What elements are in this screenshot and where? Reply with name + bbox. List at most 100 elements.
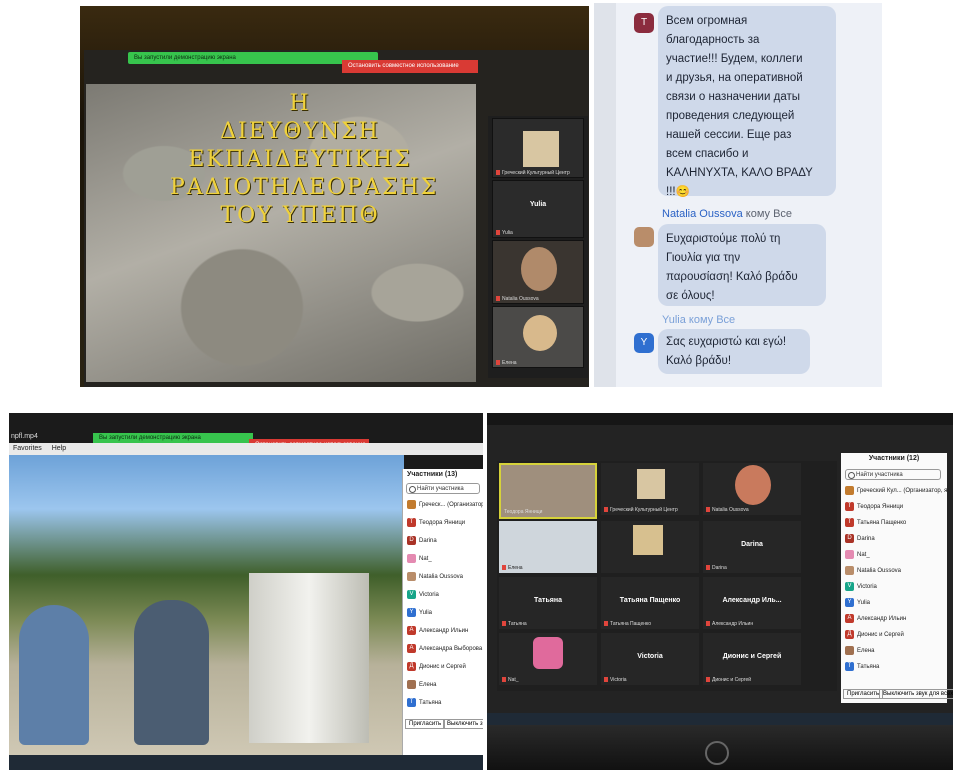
- participant-row[interactable]: Y Yulia: [407, 607, 432, 620]
- video-tile[interactable]: Греческий Культурный Центр: [492, 118, 584, 178]
- video-tile[interactable]: Victoria Victoria: [601, 633, 699, 685]
- participant-name: Nat_: [857, 552, 870, 558]
- chat-message-text: Всем огромная благодарность за участие!!…: [666, 15, 813, 198]
- participant-name: Александр Ильин: [857, 616, 907, 622]
- tile-name: Александр Ильин: [706, 621, 753, 627]
- tile-name: Греческий Культурный Центр: [496, 170, 570, 176]
- participants-panel: Участники (13) Найти участника Греческ..…: [402, 469, 483, 759]
- tile-name: Yulia: [496, 230, 513, 236]
- participant-avatar: [407, 499, 416, 509]
- muted-mic-icon: [604, 621, 608, 627]
- participant-name: Елена: [419, 682, 437, 688]
- video-tile[interactable]: Natalia Oussova: [492, 240, 584, 304]
- participant-search[interactable]: Найти участника: [845, 469, 941, 480]
- participant-row[interactable]: Елена: [845, 645, 875, 658]
- video-tile[interactable]: Yulia Yulia: [492, 180, 584, 238]
- participant-photo: [633, 525, 663, 555]
- video-tile[interactable]: Елена: [499, 521, 597, 573]
- mute-all-button[interactable]: Выключить звук для всех: [879, 689, 953, 699]
- participant-row[interactable]: T Теодора Янници: [407, 517, 465, 530]
- participant-row[interactable]: T Теодора Янници: [845, 501, 903, 514]
- marble-pillar: [249, 573, 369, 743]
- muted-mic-icon: [604, 677, 608, 683]
- mute-all-button[interactable]: Выключить звук для: [443, 719, 483, 729]
- muted-mic-icon: [706, 621, 710, 627]
- screen-share-notice: Вы запустили демонстрацию экрана: [128, 52, 378, 64]
- participant-name: Nat_: [419, 556, 432, 562]
- participant-row[interactable]: A Александр Ильин: [845, 613, 906, 626]
- participant-row[interactable]: A Александр Ильин: [407, 625, 468, 638]
- participant-row[interactable]: V Victoria: [845, 581, 877, 594]
- muted-mic-icon: [502, 565, 506, 571]
- video-tile[interactable]: Татьяна Татьяна: [499, 577, 597, 629]
- participant-avatar: [845, 485, 854, 495]
- participant-name: Darina: [857, 536, 875, 542]
- video-tile[interactable]: Darina Darina: [703, 521, 801, 573]
- laptop-body: [487, 725, 953, 770]
- participant-row[interactable]: Д Дионис и Сергей: [845, 629, 904, 642]
- participant-avatar: Y: [845, 597, 854, 607]
- video-tile[interactable]: [601, 521, 699, 573]
- video-tile[interactable]: Natalia Oussova: [703, 463, 801, 515]
- participant-row[interactable]: Nat_: [845, 549, 870, 562]
- participant-search[interactable]: Найти участника: [406, 483, 480, 494]
- muted-mic-icon: [496, 170, 500, 176]
- participant-name: Darina: [419, 538, 437, 544]
- participant-avatar: T: [845, 501, 854, 511]
- screen-edge: [594, 3, 616, 387]
- participant-avatar: A: [407, 643, 416, 653]
- participant-row[interactable]: Елена: [407, 679, 437, 692]
- participants-title: Участники (13): [407, 471, 458, 478]
- chat-message-bubble: Σας ευχαριστώ και εγώ! Καλό βράδυ!: [658, 329, 810, 374]
- logo-thumbnail: [523, 131, 559, 167]
- participant-name: Татьяна: [857, 664, 880, 670]
- participant-name: Yulia: [419, 610, 433, 616]
- participant-avatar: Y: [407, 607, 416, 617]
- video-tile[interactable]: Дионис и Сергей Дионис и Сергей: [703, 633, 801, 685]
- video-tile[interactable]: Греческий Культурный Центр: [601, 463, 699, 515]
- participant-avatar: A: [407, 625, 416, 635]
- participant-row[interactable]: Nat_: [407, 553, 432, 566]
- participant-row[interactable]: Natalia Oussova: [407, 571, 463, 584]
- zoom-gallery-photo: Теодора Янници Греческий Культурный Цент…: [487, 413, 953, 770]
- tile-label: Дионис и Сергей: [722, 653, 782, 660]
- participant-row[interactable]: Natalia Oussova: [845, 565, 901, 578]
- participant-row[interactable]: V Victoria: [407, 589, 439, 602]
- participant-row[interactable]: Д Дионис и Сергей: [407, 661, 466, 674]
- menu-favorites[interactable]: Favorites: [13, 445, 42, 452]
- participant-row[interactable]: Греческ... (Организатор, я): [407, 499, 483, 512]
- participant-row[interactable]: T Татьяна: [407, 697, 441, 710]
- hp-logo-icon: [705, 741, 729, 765]
- participant-name: Теодора Янници: [857, 504, 904, 510]
- video-strip: Греческий Культурный Центр Yulia Yulia N…: [488, 116, 588, 378]
- participant-row[interactable]: D Darina: [845, 533, 875, 546]
- video-tile[interactable]: Nat_: [499, 633, 597, 685]
- invite-button[interactable]: Пригласить: [843, 689, 884, 699]
- video-tile[interactable]: Елена: [492, 306, 584, 368]
- participant-name: Yulia: [857, 600, 871, 606]
- participant-row[interactable]: A Александра Выборова: [407, 643, 482, 656]
- video-tile[interactable]: Татьяна Пащенко Татьяна Пащенко: [601, 577, 699, 629]
- chat-sender: Yulia кому Все: [662, 314, 736, 326]
- participant-name: Греческий Кул... (Организатор, я): [857, 488, 950, 494]
- tile-label: Yulia: [529, 201, 547, 208]
- participant-face: [521, 247, 557, 291]
- invite-button[interactable]: Пригласить: [405, 719, 446, 729]
- logo-thumbnail: [637, 469, 665, 499]
- participant-name: Александра Выборова: [419, 646, 483, 652]
- tile-name: Victoria: [604, 677, 627, 683]
- participant-row[interactable]: T Татьяна: [845, 661, 879, 674]
- participant-row[interactable]: D Darina: [407, 535, 437, 548]
- stop-share-button[interactable]: Остановить совместное использование: [342, 60, 478, 73]
- participant-row[interactable]: T Татьяна Пащенко: [845, 517, 906, 530]
- tile-name: Греческий Культурный Центр: [604, 507, 678, 513]
- tile-name: Татьяна Пащенко: [604, 621, 651, 627]
- participant-name: Victoria: [857, 584, 877, 590]
- video-tile[interactable]: Теодора Янници: [499, 463, 597, 519]
- video-tile[interactable]: Александр Иль... Александр Ильин: [703, 577, 801, 629]
- participant-row[interactable]: Y Yulia: [845, 597, 870, 610]
- menu-help[interactable]: Help: [52, 445, 66, 452]
- participants-title: Участники (12): [868, 455, 920, 462]
- tile-label: Darina: [741, 541, 763, 548]
- participant-row[interactable]: Греческий Кул... (Организатор, я): [845, 485, 949, 498]
